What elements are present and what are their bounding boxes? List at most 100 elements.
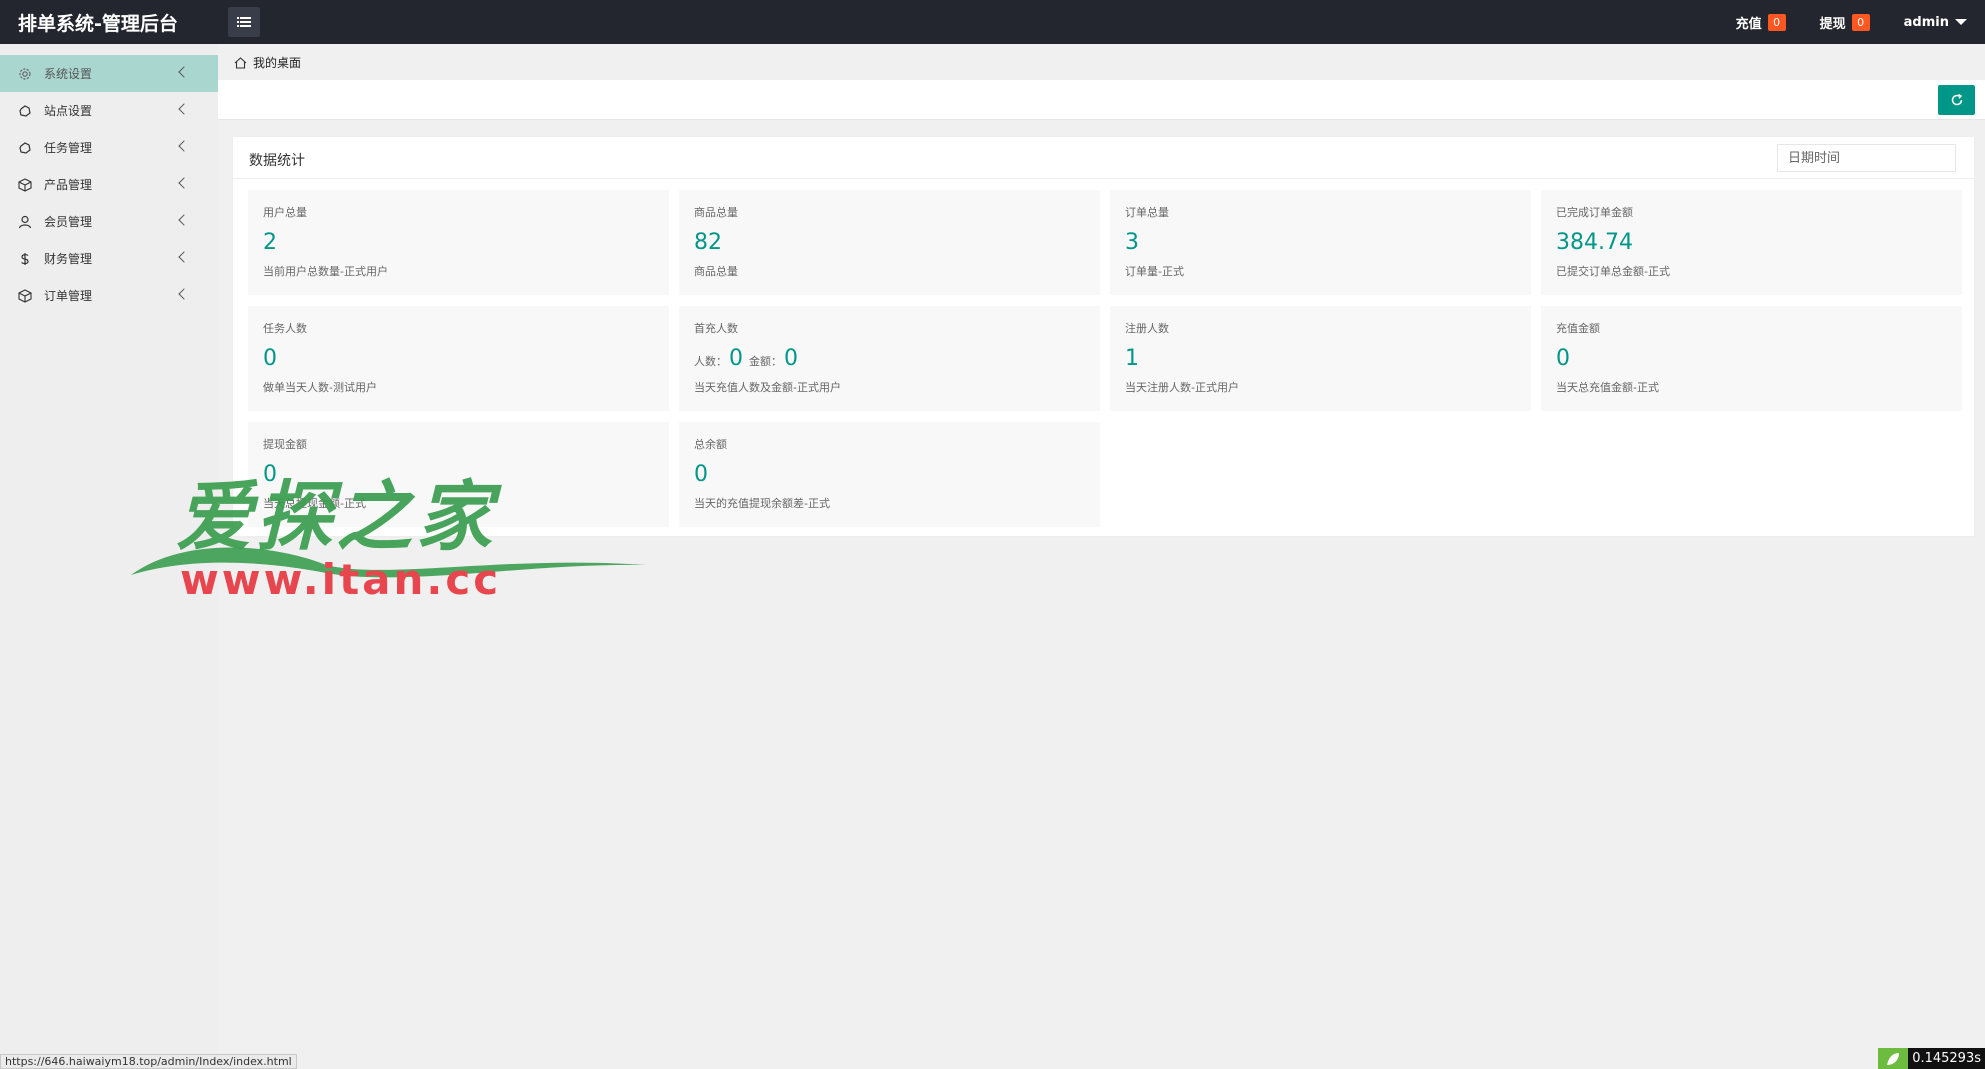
- timer-text: 0.145293s: [1908, 1048, 1985, 1069]
- recharge-label: 充值: [1735, 16, 1762, 32]
- card-title: 首充人数: [694, 322, 738, 335]
- card-value: 0: [263, 346, 277, 371]
- card-value: 0: [263, 462, 277, 487]
- card-desc: 当天注册人数-正式用户: [1125, 381, 1239, 394]
- breadcrumb-home-link[interactable]: 我的桌面: [253, 54, 301, 71]
- panel-title: 数据统计: [249, 153, 305, 169]
- card-desc: 当天充值人数及金额-正式用户: [694, 381, 841, 394]
- stat-card-first-recharge: 首充人数 人数：0 金额：0 当天充值人数及金额-正式用户: [679, 306, 1100, 411]
- sidebar-item-label: 产品管理: [44, 178, 93, 192]
- card-desc: 当天总提现金额-正式: [263, 497, 366, 510]
- stat-card-total-orders: 订单总量 3 订单量-正式: [1110, 190, 1531, 295]
- sidebar-item-label: 会员管理: [44, 215, 93, 229]
- stat-card-completed-order-amount: 已完成订单金额 384.74 已提交订单总金额-正式: [1541, 190, 1962, 295]
- card-desc: 订单量-正式: [1125, 265, 1184, 278]
- box-icon: [17, 288, 32, 303]
- withdraw-badge: 0: [1851, 13, 1870, 31]
- panel-header: 数据统计: [233, 137, 1974, 179]
- chevron-left-icon: [178, 214, 190, 226]
- date-input[interactable]: [1777, 144, 1956, 172]
- globe-icon: [17, 140, 32, 155]
- card-value: 2: [263, 230, 277, 255]
- caret-down-icon: [1955, 19, 1967, 25]
- recharge-link[interactable]: 充值 0: [1736, 13, 1786, 32]
- stat-card-total-products: 商品总量 82 商品总量: [679, 190, 1100, 295]
- user-menu[interactable]: admin: [1904, 15, 1967, 30]
- header-nav: 充值 0 提现 0 admin: [1736, 0, 1985, 44]
- main-content: 我的桌面 数据统计 用户总量 2 当前用户总数量-正式用户 商品总量 82 商品…: [218, 44, 1985, 1069]
- chevron-left-icon: [178, 140, 190, 152]
- chevron-left-icon: [178, 66, 190, 78]
- card-desc: 当天的充值提现余额差-正式: [694, 497, 830, 510]
- card-value: 3: [1125, 230, 1139, 255]
- card-desc: 当前用户总数量-正式用户: [263, 265, 388, 278]
- card-title: 商品总量: [694, 206, 738, 219]
- menu-icon: [237, 17, 251, 27]
- card-title: 用户总量: [263, 206, 307, 219]
- sidebar-item-order-management[interactable]: 订单管理: [0, 277, 218, 314]
- card-title: 提现金额: [263, 438, 307, 451]
- chevron-left-icon: [178, 251, 190, 263]
- gear-icon: [17, 66, 32, 81]
- stat-card-total-users: 用户总量 2 当前用户总数量-正式用户: [248, 190, 669, 295]
- card-value: 1: [1125, 346, 1139, 371]
- breadcrumb: 我的桌面: [234, 54, 301, 71]
- sidebar-item-label: 财务管理: [44, 252, 93, 266]
- sidebar-item-site-settings[interactable]: 站点设置: [0, 92, 218, 129]
- sidebar: 系统设置 站点设置 任务管理 产品管理 会员管理 财务管理 订单管理: [0, 44, 218, 1069]
- card-title: 注册人数: [1125, 322, 1169, 335]
- sidebar-item-label: 订单管理: [44, 289, 93, 303]
- stat-card-withdraw-amount: 提现金额 0 当天总提现金额-正式: [248, 422, 669, 527]
- recharge-badge: 0: [1767, 13, 1786, 31]
- toolbar: [218, 80, 1985, 120]
- card-value: 0: [694, 462, 708, 487]
- card-title: 总余额: [694, 438, 727, 451]
- card-value: 384.74: [1556, 230, 1633, 255]
- refresh-icon: [1951, 93, 1962, 106]
- sidebar-item-task-management[interactable]: 任务管理: [0, 129, 218, 166]
- sidebar-item-member-management[interactable]: 会员管理: [0, 203, 218, 240]
- withdraw-link[interactable]: 提现 0: [1820, 13, 1870, 32]
- card-desc: 当天总充值金额-正式: [1556, 381, 1659, 394]
- app-title: 排单系统-管理后台: [18, 13, 178, 35]
- people-label: 人数：: [694, 355, 727, 368]
- refresh-button[interactable]: [1938, 85, 1975, 115]
- top-header: 排单系统-管理后台 充值 0 提现 0 admin: [0, 0, 1985, 44]
- card-desc: 做单当天人数-测试用户: [263, 381, 377, 394]
- sidebar-item-label: 站点设置: [44, 104, 93, 118]
- dollar-icon: [17, 251, 32, 266]
- chevron-left-icon: [178, 103, 190, 115]
- card-value: 0: [1556, 346, 1570, 371]
- leaf-icon: [1878, 1048, 1909, 1069]
- sidebar-item-label: 任务管理: [44, 141, 93, 155]
- stat-card-recharge-amount: 充值金额 0 当天总充值金额-正式: [1541, 306, 1962, 411]
- home-icon: [234, 56, 247, 69]
- sidebar-item-finance-management[interactable]: 财务管理: [0, 240, 218, 277]
- card-desc: 已提交订单总金额-正式: [1556, 265, 1670, 278]
- card-title: 充值金额: [1556, 322, 1600, 335]
- card-desc: 商品总量: [694, 265, 738, 278]
- amount-label: 金额：: [749, 355, 782, 368]
- stats-panel: 数据统计 用户总量 2 当前用户总数量-正式用户 商品总量 82 商品总量 订单…: [232, 136, 1975, 537]
- stat-card-task-users: 任务人数 0 做单当天人数-测试用户: [248, 306, 669, 411]
- user-icon: [17, 214, 32, 229]
- card-value: 82: [694, 230, 722, 255]
- sidebar-item-label: 系统设置: [44, 67, 93, 81]
- sidebar-item-product-management[interactable]: 产品管理: [0, 166, 218, 203]
- status-bar-url: https://646.haiwaiym18.top/admin/Index/i…: [0, 1054, 297, 1069]
- people-value: 0: [729, 346, 743, 371]
- chevron-left-icon: [178, 288, 190, 300]
- stat-card-total-balance: 总余额 0 当天的充值提现余额差-正式: [679, 422, 1100, 527]
- card-title: 已完成订单金额: [1556, 206, 1633, 219]
- card-title: 订单总量: [1125, 206, 1169, 219]
- stat-card-registrations: 注册人数 1 当天注册人数-正式用户: [1110, 306, 1531, 411]
- page-timer: 0.145293s: [1878, 1048, 1985, 1069]
- card-title: 任务人数: [263, 322, 307, 335]
- chevron-left-icon: [178, 177, 190, 189]
- user-name: admin: [1903, 14, 1949, 30]
- sidebar-item-system-settings[interactable]: 系统设置: [0, 55, 218, 92]
- amount-value: 0: [784, 346, 798, 371]
- globe-icon: [17, 103, 32, 118]
- menu-toggle-button[interactable]: [228, 7, 260, 37]
- withdraw-label: 提现: [1819, 16, 1846, 32]
